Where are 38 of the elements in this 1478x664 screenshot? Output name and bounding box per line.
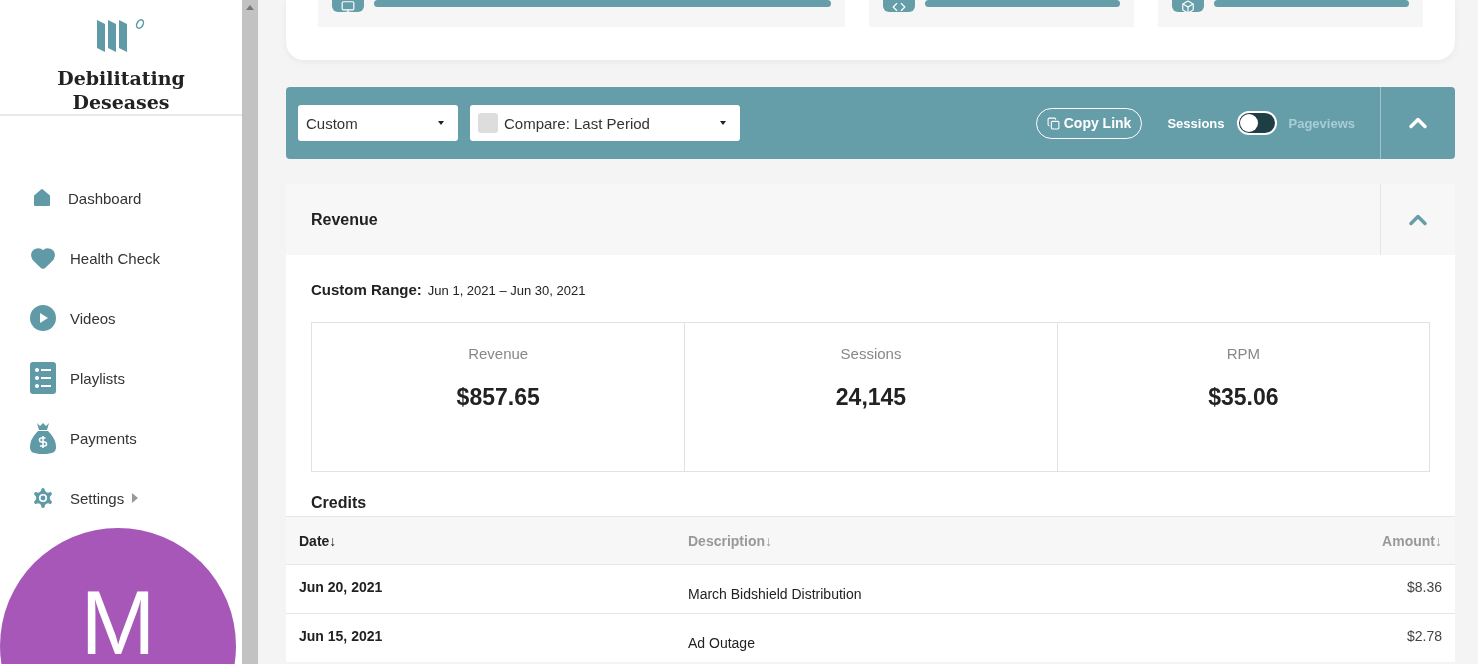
heart-pulse-icon — [30, 245, 56, 271]
table-cell: $8.36 — [1406, 579, 1442, 595]
panel-title: Revenue — [311, 210, 378, 229]
stat-label: Sessions — [840, 345, 902, 362]
nav-item[interactable]: Payments — [30, 408, 242, 468]
toggle-label: Sessions — [1167, 115, 1225, 131]
stat-value: $857.65 — [456, 384, 540, 411]
column-header[interactable]: Date↓ — [299, 532, 337, 549]
money-bag-icon — [30, 421, 56, 455]
nav-item[interactable]: Videos — [30, 288, 242, 348]
range-value: Jun 1, 2021 – Jun 30, 2021 — [427, 283, 586, 298]
nav-item[interactable]: Settings — [30, 468, 242, 528]
brand-name: Debilitating Deseases — [56, 66, 186, 114]
nav-item[interactable]: Playlists — [30, 348, 242, 408]
nav-item[interactable]: Dashboard — [30, 168, 242, 228]
avatar[interactable]: M — [0, 528, 236, 664]
toggle-label: Pageviews — [1288, 115, 1355, 131]
stat-value: $35.06 — [1208, 384, 1279, 411]
table-cell-text: Jun 15, 2021 — [299, 628, 384, 644]
stat-label: Revenue — [468, 345, 529, 362]
table-cell-text: Ad Outage — [688, 635, 756, 651]
compare-dropdown[interactable]: Compare: Last Period — [470, 105, 740, 141]
play-icon — [30, 305, 56, 331]
metric-toggle[interactable] — [1236, 111, 1277, 135]
scrollbar[interactable] — [242, 0, 258, 664]
table-cell-text: Jun 20, 2021 — [299, 579, 384, 595]
stat-label: RPM — [1226, 345, 1260, 362]
logo-icon — [95, 18, 147, 52]
table-cell-text: March Bidshield Distribution — [688, 586, 863, 602]
list-icon — [30, 362, 56, 394]
nav-item[interactable]: Health Check — [30, 228, 242, 288]
range-label: Custom Range: — [311, 281, 422, 298]
table-cell: $2.78 — [1406, 628, 1442, 644]
compare-checkbox[interactable] — [478, 113, 498, 133]
section-title: Credits — [310, 493, 368, 513]
range-dropdown[interactable]: Custom — [298, 105, 458, 141]
stat-value: 24,145 — [835, 384, 907, 411]
copy-icon — [1046, 116, 1060, 130]
